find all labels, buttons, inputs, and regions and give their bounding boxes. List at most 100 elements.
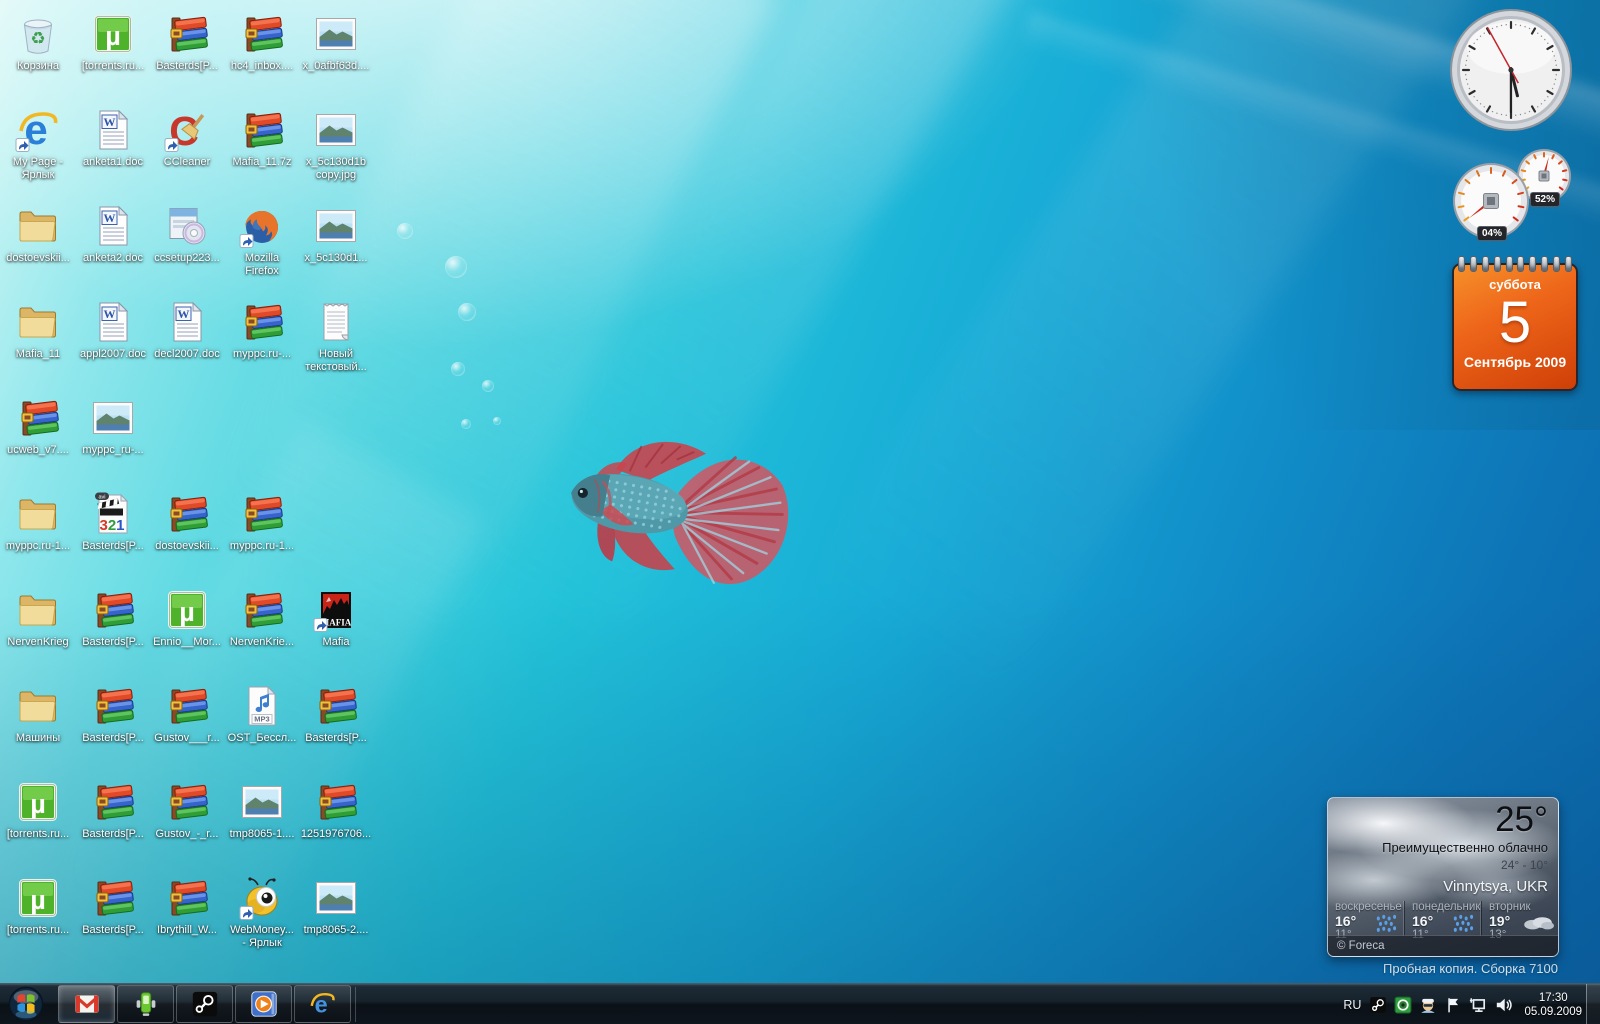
desktop-icon[interactable]: Basterds[P...	[75, 586, 151, 649]
mafia-icon: MAFIA	[312, 586, 360, 634]
desktop-icon[interactable]: Wappl2007.doc	[75, 298, 151, 361]
desktop-icon[interactable]: x_0afbf63d....	[298, 10, 374, 73]
ie-icon: e	[14, 106, 62, 154]
desktop-icon[interactable]: ucweb_v7....	[0, 394, 76, 457]
forecast-day: понедельник16°11°	[1404, 901, 1481, 941]
desktop-icon[interactable]: Basterds[P...	[75, 682, 151, 745]
weather-forecast-row: воскресенье16°11°понедельник16°11°вторни…	[1328, 901, 1558, 941]
taskbar-button-steam[interactable]	[176, 985, 233, 1023]
svg-text:321: 321	[99, 517, 124, 534]
desktop-icon[interactable]: Gustov___r...	[149, 682, 225, 745]
svg-text:µ: µ	[30, 885, 46, 915]
steam-tray-icon[interactable]	[1369, 996, 1387, 1014]
network-tray-icon[interactable]	[1469, 996, 1487, 1014]
desktop[interactable]: ♻ Корзина µ [torrents.ru... Basterds[P... hc4…	[0, 0, 1600, 1024]
desktop-icon[interactable]: Новый текстовый...	[298, 298, 374, 374]
calendar-gadget[interactable]: суббота 5 Сентябрь 2009	[1452, 256, 1578, 394]
desktop-icon-label: Basterds[P...	[82, 636, 144, 648]
desktop-icon[interactable]: myppc.ru-1...	[224, 490, 300, 553]
forecast-day-name: воскресенье	[1335, 901, 1402, 913]
desktop-icon[interactable]: x_5c130d1...	[298, 202, 374, 265]
svg-text:µ: µ	[30, 789, 46, 819]
winrar-icon	[89, 778, 137, 826]
start-button[interactable]	[7, 985, 45, 1023]
agent-tray-icon[interactable]	[1419, 996, 1437, 1014]
weather-gadget[interactable]: 25° Преимущественно облачно 24° - 10° Vi…	[1327, 797, 1559, 957]
desktop-icon[interactable]: tmp8065-2....	[298, 874, 374, 937]
firefox-icon	[238, 202, 286, 250]
desktop-icon[interactable]: ccsetup223...	[149, 202, 225, 265]
watermark-line2: Пробная копия. Сборка 7100	[1383, 961, 1558, 976]
desktop-icon-label: myppc_ru-...	[82, 444, 144, 456]
desktop-icon[interactable]: myppc.ru-1...	[0, 490, 76, 553]
desktop-icon[interactable]: x_5c130d1b copy.jpg	[298, 106, 374, 182]
winrar-icon	[238, 298, 286, 346]
clock-gadget[interactable]	[1449, 8, 1573, 137]
desktop-icon[interactable]: hc4_inbox....	[224, 10, 300, 73]
taskbar-button-qip[interactable]	[117, 985, 174, 1023]
weather-location: Vinnytsya, UKR	[1443, 878, 1548, 895]
svg-text:W: W	[104, 211, 116, 225]
desktop-icon[interactable]: Gustov_-_r...	[149, 778, 225, 841]
desktop-icon[interactable]: myppc_ru-...	[75, 394, 151, 457]
taskbar-button-gmail[interactable]	[58, 985, 115, 1023]
desktop-icon[interactable]: Mozilla Firefox	[224, 202, 300, 278]
desktop-icon[interactable]: dostoevskii...	[149, 490, 225, 553]
desktop-icon[interactable]: Mafia_11.7z	[224, 106, 300, 169]
desktop-icon[interactable]: MP3 OST_Бессл...	[224, 682, 300, 745]
desktop-icon[interactable]: 321 avi Basterds[P...	[75, 490, 151, 553]
desktop-icon[interactable]: ♻ Корзина	[0, 10, 76, 73]
desktop-icon[interactable]: Basterds[P...	[75, 778, 151, 841]
media321-icon: 321 avi	[89, 490, 137, 538]
desktop-icon[interactable]: Wanketa1.doc	[75, 106, 151, 169]
desktop-icon[interactable]: WebMoney... - Ярлык	[224, 874, 300, 950]
desktop-icon[interactable]: NervenKrie...	[224, 586, 300, 649]
desktop-icon[interactable]: Wdecl2007.doc	[149, 298, 225, 361]
desktop-icon[interactable]: C CCleaner	[149, 106, 225, 169]
forecast-day: вторник19°13°	[1481, 901, 1558, 941]
show-desktop-button[interactable]	[1586, 984, 1600, 1024]
desktop-icon[interactable]: e My Page - Ярлык	[0, 106, 76, 182]
desktop-icon[interactable]: dostoevskii...	[0, 202, 76, 265]
current-temperature: 25°	[1495, 800, 1548, 839]
desktop-icon[interactable]: Машины	[0, 682, 76, 745]
desktop-icon[interactable]: Wanketa2.doc	[75, 202, 151, 265]
qip-tray-icon[interactable]	[1394, 996, 1412, 1014]
volume-tray-icon[interactable]	[1494, 996, 1513, 1014]
desktop-icon-label: dostoevskii...	[155, 540, 219, 552]
desktop-icon-label: tmp8065-2....	[303, 924, 369, 936]
calendar-page: суббота 5 Сентябрь 2009	[1452, 263, 1578, 391]
taskbar-button-wmp[interactable]	[235, 985, 292, 1023]
language-indicator[interactable]: RU	[1343, 998, 1361, 1012]
desktop-icon[interactable]: 1251976706...	[298, 778, 374, 841]
desktop-icon-label: Mozilla Firefox	[244, 252, 280, 277]
image-icon	[312, 10, 360, 58]
desktop-icon-label: ucweb_v7....	[7, 444, 69, 456]
winrar-icon	[238, 586, 286, 634]
desktop-icon[interactable]: µ Ennio__Mor...	[149, 586, 225, 649]
desktop-icon[interactable]: Basterds[P...	[149, 10, 225, 73]
tray-clock[interactable]: 17:30 05.09.2009	[1524, 991, 1582, 1019]
shortcut-arrow-overlay	[15, 138, 30, 152]
water-bubble	[458, 303, 476, 321]
desktop-icon[interactable]: µ [torrents.ru...	[75, 10, 151, 73]
desktop-icon[interactable]: Mafia_11	[0, 298, 76, 361]
desktop-icon-label: [torrents.ru...	[81, 60, 145, 72]
taskbar-button-ie[interactable]: e	[294, 985, 351, 1023]
svg-text:W: W	[104, 115, 116, 129]
desktop-icon[interactable]: Ibrythill_W...	[149, 874, 225, 937]
desktop-icon-label: 1251976706...	[300, 828, 372, 840]
cpu-meter-gadget[interactable]: 52% 04%	[1452, 148, 1576, 241]
desktop-icon[interactable]: Basterds[P...	[75, 874, 151, 937]
desktop-icon[interactable]: MAFIA Mafia	[298, 586, 374, 649]
desktop-icon[interactable]: µ [torrents.ru...	[0, 778, 76, 841]
desktop-icon-label: myppc.ru-1...	[5, 540, 71, 552]
desktop-icon[interactable]: myppc.ru-...	[224, 298, 300, 361]
desktop-icon[interactable]: µ [torrents.ru...	[0, 874, 76, 937]
flag-tray-icon[interactable]	[1444, 996, 1462, 1014]
desktop-icon[interactable]: Basterds[P...	[298, 682, 374, 745]
taskbar: e RU 17:30 05.09.2009	[0, 983, 1600, 1024]
desktop-icon[interactable]: NervenKrieg	[0, 586, 76, 649]
ie-icon: e	[310, 991, 335, 1017]
desktop-icon[interactable]: tmp8065-1....	[224, 778, 300, 841]
